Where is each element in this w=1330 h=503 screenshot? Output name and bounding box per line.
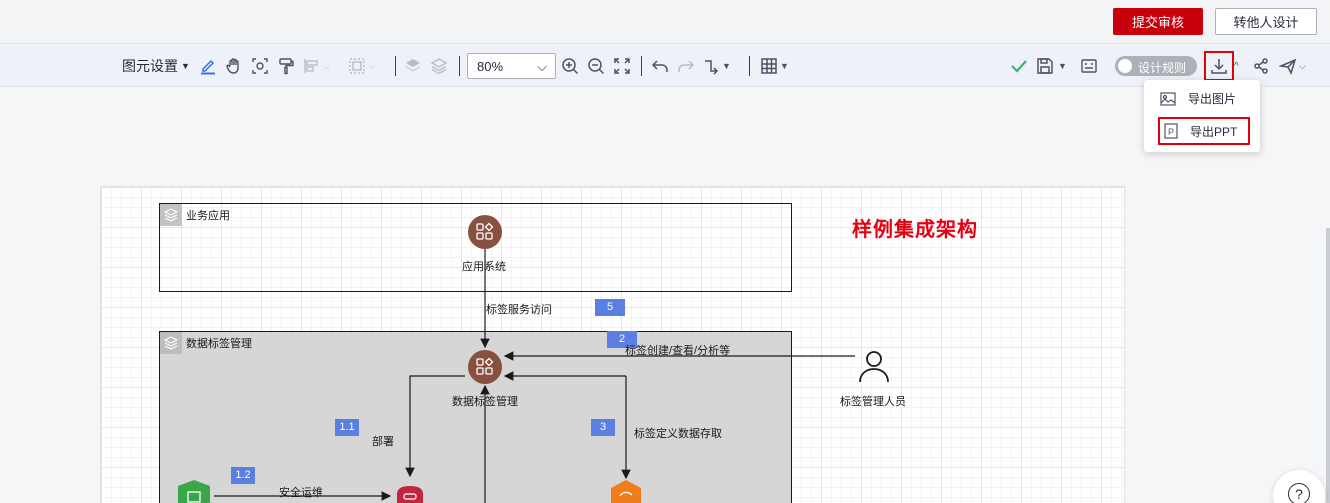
save-icon[interactable]: ▼: [1036, 54, 1067, 78]
submit-review-button[interactable]: 提交审核: [1113, 8, 1203, 35]
flow-badge[interactable]: 1.1: [335, 419, 359, 436]
toolbar-divider: [749, 56, 750, 76]
chevron-down-icon: ⌵: [537, 59, 547, 74]
flow-badge[interactable]: 1.2: [231, 467, 255, 484]
toolbar-divider: [459, 56, 460, 76]
zoom-select[interactable]: 80% ⌵: [467, 53, 556, 79]
ppt-icon: P: [1164, 123, 1178, 139]
layer-down-icon[interactable]: [430, 54, 448, 78]
toggle-knob: [1118, 59, 1132, 73]
check-icon[interactable]: [1010, 54, 1028, 78]
app-grid-icon: [476, 357, 494, 375]
layers-icon: [160, 332, 182, 354]
app-system-node[interactable]: [468, 215, 502, 249]
export-ppt-label: 导出PPT: [1190, 124, 1238, 139]
toolbar-divider: [641, 56, 642, 76]
service-node-icon[interactable]: [393, 484, 427, 503]
vertical-scrollbar[interactable]: [1326, 228, 1330, 503]
layer-up-icon[interactable]: [404, 54, 422, 78]
transfer-design-button[interactable]: 转他人设计: [1215, 8, 1317, 35]
export-menu: 导出图片 P 导出PPT: [1144, 80, 1260, 152]
top-bar: 提交审核 转他人设计: [0, 0, 1330, 44]
hand-icon[interactable]: [225, 54, 243, 78]
undo-icon[interactable]: [651, 54, 669, 78]
shape-settings-label: 图元设置: [122, 58, 178, 74]
download-icon: [1211, 59, 1227, 74]
share-icon[interactable]: [1252, 54, 1270, 78]
toolbar-divider: [395, 56, 396, 76]
redo-icon[interactable]: [677, 54, 695, 78]
flow-label: 部署: [372, 436, 394, 448]
design-rules-label: 设计规则: [1138, 61, 1187, 75]
focus-icon[interactable]: [251, 54, 269, 78]
send-icon[interactable]: ⌵: [1279, 54, 1306, 78]
zoom-value: 80%: [477, 59, 504, 74]
flow-label: 安全运维: [279, 487, 323, 499]
person-icon[interactable]: [856, 348, 892, 387]
flow-label: 标签定义数据存取: [634, 428, 722, 440]
export-image-label: 导出图片: [1188, 92, 1237, 106]
zoom-out-icon[interactable]: [587, 54, 605, 78]
flow-badge[interactable]: 5: [595, 299, 625, 316]
export-image-item[interactable]: 导出图片: [1160, 90, 1236, 107]
tag-management-label: 数据标签管理: [452, 396, 518, 408]
connector-icon[interactable]: ▼: [703, 54, 731, 78]
chevron-up-icon[interactable]: ^: [1234, 54, 1239, 78]
align-icon[interactable]: ⌵: [303, 54, 330, 78]
download-button[interactable]: [1204, 51, 1234, 81]
preview-icon[interactable]: [1080, 54, 1098, 78]
security-shield-icon[interactable]: [177, 480, 211, 503]
image-icon: [1160, 91, 1176, 106]
design-rules-toggle[interactable]: 设计规则: [1115, 56, 1197, 76]
frame-icon[interactable]: ⌵: [348, 54, 375, 78]
toolbar: 图元设置 ▼ ⌵ ⌵ 80% ⌵ ▼ ▼ ▼ 设计规则 ^ ⌵: [0, 45, 1330, 87]
diagram-title[interactable]: 样例集成架构: [852, 213, 978, 242]
export-ppt-item[interactable]: P 导出PPT: [1158, 117, 1250, 145]
fit-screen-icon[interactable]: [613, 54, 631, 78]
caret-down-icon: ▼: [181, 61, 190, 71]
flow-badge[interactable]: 3: [591, 419, 615, 436]
svg-text:P: P: [1168, 127, 1174, 137]
app-grid-icon: [476, 222, 494, 240]
format-painter-icon[interactable]: [277, 54, 295, 78]
app-system-label: 应用系统: [462, 261, 506, 273]
flow-label: 标签服务访问: [486, 304, 552, 316]
zoom-in-icon[interactable]: [561, 54, 579, 78]
help-icon: ?: [1288, 483, 1310, 503]
layers-icon: [160, 204, 182, 226]
flow-label: 标签创建/查看/分析等: [625, 345, 731, 357]
layer-title: 数据标签管理: [186, 338, 252, 350]
tag-management-node[interactable]: [468, 350, 502, 384]
database-node-icon[interactable]: [609, 480, 643, 503]
table-icon[interactable]: ▼: [760, 54, 789, 78]
layer-title: 业务应用: [186, 210, 230, 222]
tag-manager-label: 标签管理人员: [840, 396, 906, 408]
help-button[interactable]: ?: [1273, 470, 1325, 503]
pen-icon[interactable]: [199, 54, 217, 78]
shape-settings-menu[interactable]: 图元设置 ▼: [122, 56, 190, 76]
